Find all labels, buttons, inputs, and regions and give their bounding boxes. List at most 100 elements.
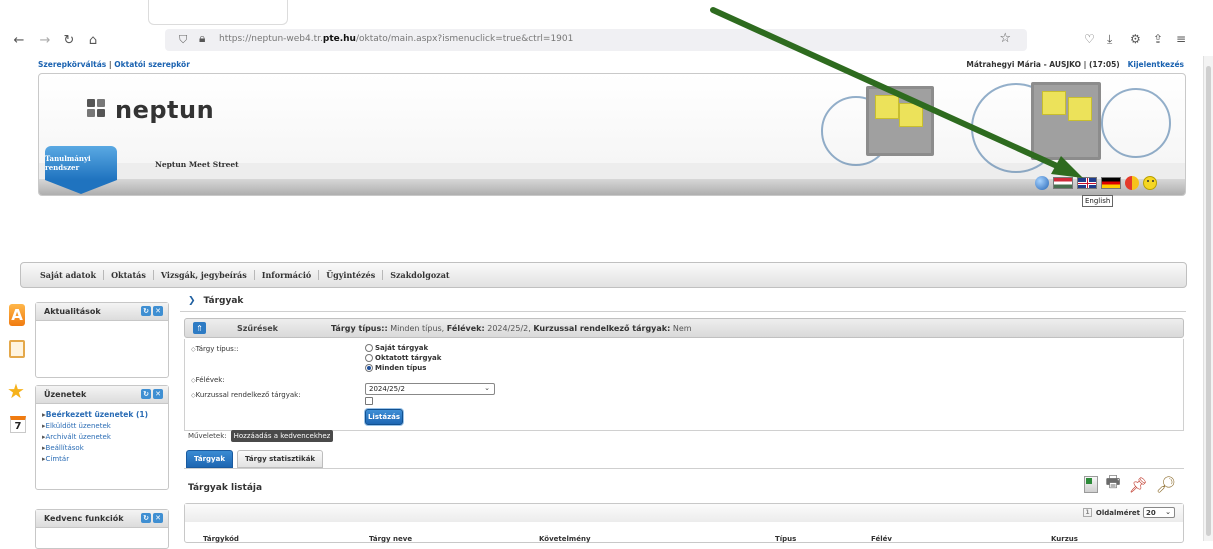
scrollbar-thumb[interactable]	[1206, 66, 1211, 536]
refresh-icon[interactable]: ↻	[141, 513, 151, 523]
extension-icon[interactable]: ⚙	[1130, 32, 1141, 46]
add-favorite-button[interactable]: Hozzáadás a kedvencekhez	[230, 430, 334, 442]
neptun-logo[interactable]: neptun	[87, 96, 214, 124]
menu-item-exams[interactable]: Vizsgák, jegybeírás	[154, 270, 255, 280]
column-header-code[interactable]: Tárgykód	[203, 535, 239, 543]
pin-icon[interactable]: 📌︎	[1129, 476, 1148, 494]
lock-icon[interactable]: 🔒︎	[199, 31, 205, 46]
tab-subject-statistics[interactable]: Tárgy statisztikák	[237, 450, 324, 468]
message-settings-link[interactable]: Beállítások	[42, 444, 168, 452]
back-icon[interactable]: ←	[12, 32, 26, 48]
chevron-down-icon: ⌄	[484, 384, 490, 392]
menu-item-teaching[interactable]: Oktatás	[104, 270, 154, 280]
english-flag-icon[interactable]	[1077, 177, 1097, 189]
download-icon[interactable]: ⤓	[1107, 32, 1112, 47]
column-header-course[interactable]: Kurzus	[1051, 535, 1078, 543]
refresh-icon[interactable]: ↻	[141, 306, 151, 316]
page-number[interactable]: 1	[1082, 508, 1092, 517]
tab-subjects[interactable]: Tárgyak	[186, 450, 234, 468]
menu-item-administration[interactable]: Ügyintézés	[319, 270, 384, 280]
page-scrollbar[interactable]	[1203, 56, 1213, 541]
smiley-icon[interactable]	[1143, 176, 1157, 190]
close-icon[interactable]: ✕	[153, 306, 163, 316]
column-header-requirement[interactable]: Követelmény	[539, 535, 591, 543]
radio-all-types[interactable]: Minden típus	[365, 364, 426, 372]
news-box-header: Aktualitások ↻ ✕	[36, 303, 168, 321]
accessibility-icon[interactable]	[1125, 176, 1139, 190]
page-title-text: Tárgyak	[203, 296, 244, 306]
favorites-box-header: Kedvenc funkciók ↻ ✕	[36, 510, 168, 528]
bookmark-star-icon[interactable]: ☆	[999, 31, 1011, 46]
menu-icon[interactable]: ≡	[1176, 32, 1186, 46]
calendar-icon[interactable]: 7	[10, 416, 26, 433]
course-filter-label: Kurzussal rendelkező tárgyak:	[191, 391, 301, 399]
column-header-name[interactable]: Tárgy neve	[369, 535, 412, 543]
german-flag-icon[interactable]	[1101, 177, 1121, 189]
column-header-semester[interactable]: Félév	[871, 535, 892, 543]
menu-item-personal[interactable]: Saját adatok	[33, 270, 105, 280]
radio-own-subjects[interactable]: Saját tárgyak	[365, 344, 428, 352]
collapse-toggle-icon[interactable]: ⇑	[193, 322, 206, 334]
menu-item-information[interactable]: Információ	[255, 270, 320, 280]
radio-circle-selected[interactable]	[365, 364, 373, 372]
list-button[interactable]: Listázás	[365, 409, 403, 425]
share-icon[interactable]: ⇪	[1153, 32, 1163, 46]
radio-taught-subjects[interactable]: Oktatott tárgyak	[365, 354, 441, 362]
menu-item-thesis[interactable]: Szakdolgozat	[383, 270, 456, 280]
archived-messages-link[interactable]: Archivált üzenetek	[42, 433, 168, 441]
favorites-box: Kedvenc funkciók ↻ ✕	[35, 509, 169, 549]
browser-tab-strip	[0, 0, 1213, 26]
search-icon[interactable]: 🔎︎	[1156, 475, 1176, 494]
summary-value: 2024/25/2,	[484, 324, 534, 333]
globe-icon[interactable]	[1035, 176, 1049, 190]
list-toolbar: 🖶︎ 📌︎ 🔎︎	[1083, 471, 1176, 498]
summary-key: Félévek:	[446, 324, 485, 333]
home-icon[interactable]: ⌂	[86, 32, 100, 48]
news-icon[interactable]: A	[9, 304, 25, 326]
messages-box: Üzenetek ↻✕ Beérkezett üzenetek (1) Elkü…	[35, 385, 169, 490]
header-band	[39, 179, 1185, 195]
favorites-star-icon[interactable]: ★	[7, 379, 25, 403]
news-box-title: Aktualitások	[44, 307, 101, 316]
close-icon[interactable]: ✕	[153, 389, 163, 399]
close-icon[interactable]: ✕	[153, 513, 163, 523]
radio-circle[interactable]	[365, 344, 373, 352]
list-title: Tárgyak listája	[188, 483, 263, 493]
filter-label: Szűrések	[237, 324, 278, 333]
inbox-link[interactable]: Beérkezett üzenetek (1)	[42, 410, 168, 419]
print-icon[interactable]: 🖶︎	[1106, 471, 1121, 498]
sent-messages-link[interactable]: Elküldött üzenetek	[42, 422, 168, 430]
site-header: neptun Tanulmányi rendszer Neptun Meet S…	[38, 73, 1186, 196]
column-header-type[interactable]: Típus	[775, 535, 796, 543]
main-menu: Saját adatok Oktatás Vizsgák, jegybeírás…	[20, 262, 1187, 288]
filter-header[interactable]: ⇑ Szűrések Tárgy típus:: Minden típus, F…	[184, 318, 1184, 338]
refresh-icon[interactable]: ↻	[141, 389, 151, 399]
divider	[180, 311, 1186, 312]
semester-select[interactable]: 2024/25/2 ⌄	[365, 383, 495, 395]
system-badge[interactable]: Tanulmányi rendszer	[45, 146, 117, 194]
directory-link[interactable]: Címtár	[42, 455, 168, 463]
radio-label: Saját tárgyak	[375, 344, 429, 352]
url-text[interactable]: https://neptun-web4.tr.pte.hu/oktato/mai…	[219, 34, 573, 44]
box-controls: ↻ ✕	[141, 306, 163, 316]
url-bar[interactable]: ⛉ 🔒︎ https://neptun-web4.tr.pte.hu/oktat…	[165, 29, 1027, 51]
pocket-icon[interactable]: ♡	[1084, 32, 1095, 46]
hungarian-flag-icon[interactable]	[1053, 177, 1073, 189]
messages-box-header: Üzenetek ↻ ✕	[36, 386, 168, 404]
user-line: Szerepkörváltás | Oktatói szerepkör Mátr…	[38, 60, 1186, 72]
chevron-right-icon: ❯	[188, 296, 196, 306]
course-checkbox[interactable]	[365, 397, 373, 405]
filter-summary: Tárgy típus:: Minden típus, Félévek: 202…	[331, 324, 692, 333]
page-size-select[interactable]: 20 ⌄	[1143, 507, 1175, 518]
role-switch-link[interactable]: Szerepkörváltás	[38, 60, 106, 69]
message-icon[interactable]	[9, 340, 25, 358]
forward-icon[interactable]: →	[38, 32, 52, 48]
browser-tab[interactable]	[148, 0, 288, 25]
meet-street-link[interactable]: Neptun Meet Street	[155, 160, 239, 169]
radio-circle[interactable]	[365, 354, 373, 362]
export-excel-icon[interactable]	[1083, 476, 1098, 493]
shield-icon[interactable]: ⛉	[179, 33, 187, 47]
logout-link[interactable]: Kijelentkezés	[1128, 60, 1184, 69]
reload-icon[interactable]: ↻	[62, 32, 76, 48]
semester-label: Félévek:	[191, 376, 225, 384]
